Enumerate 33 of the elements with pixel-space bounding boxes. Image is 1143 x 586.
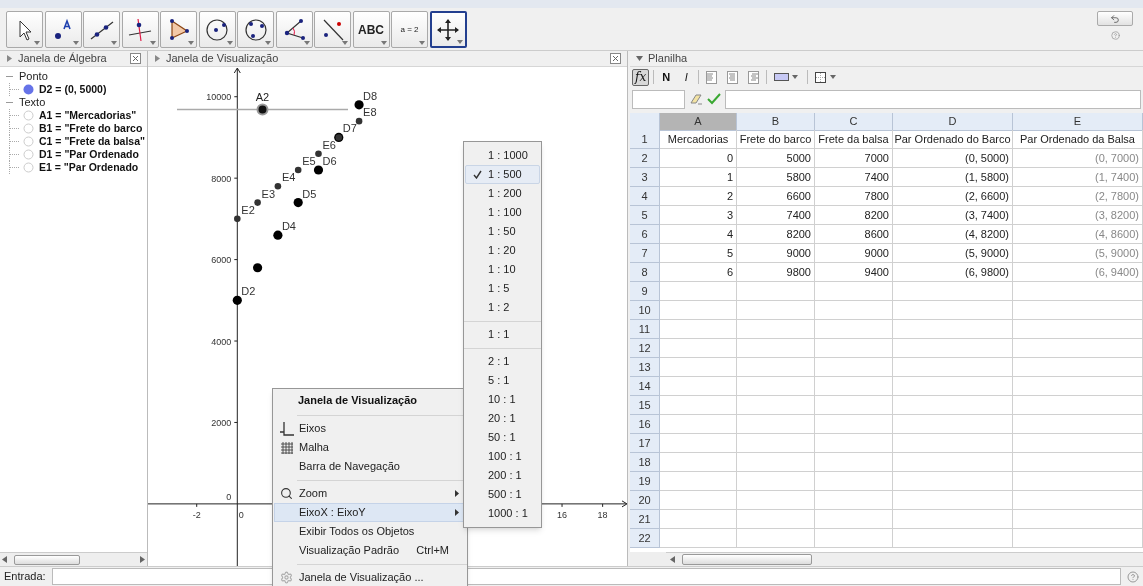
- point-label: D8: [363, 89, 378, 102]
- point-label: E4: [281, 171, 296, 184]
- point-label: D6: [322, 155, 337, 167]
- point-label: E5: [302, 155, 316, 167]
- axis-tick-label: 8000: [211, 173, 232, 184]
- input-label: Entrada:: [4, 569, 46, 585]
- axis-tick-label: 6000: [211, 255, 232, 266]
- point-label: E3: [261, 187, 276, 200]
- axis-tick-label: 16: [557, 509, 568, 520]
- point-label: D2: [241, 285, 256, 298]
- slider-tool-label: a = 2: [400, 25, 419, 34]
- axis-tick-label: 18: [597, 509, 608, 520]
- axis-tick-label: -2: [192, 509, 201, 520]
- axis-tick-label: 2000: [211, 417, 232, 428]
- slider-label: A2: [255, 90, 270, 103]
- menu-title: Janela de Visualização: [297, 392, 419, 408]
- panel-title: Planilha: [648, 51, 688, 67]
- point-label: E2: [241, 203, 255, 216]
- axis-tick-label: 0: [226, 491, 232, 502]
- axis-tick-label: 4000: [211, 336, 232, 347]
- shortcut-label: Ctrl+M: [416, 543, 450, 559]
- point-label: D4: [281, 220, 296, 233]
- panel-title: Janela de Visualização: [166, 51, 279, 67]
- tree-group-label: Ponto: [19, 71, 48, 82]
- tool-text: ABC: [358, 21, 384, 39]
- point-label: E8: [363, 106, 377, 119]
- point-label: D5: [302, 187, 317, 200]
- tree-group-label: Texto: [19, 97, 46, 108]
- point-label: D7: [342, 122, 357, 135]
- point-label: E6: [322, 138, 336, 151]
- axis-tick-label: 0: [238, 509, 244, 520]
- axis-tick-label: 10000: [206, 92, 232, 103]
- panel-title: Janela de Álgebra: [18, 51, 107, 67]
